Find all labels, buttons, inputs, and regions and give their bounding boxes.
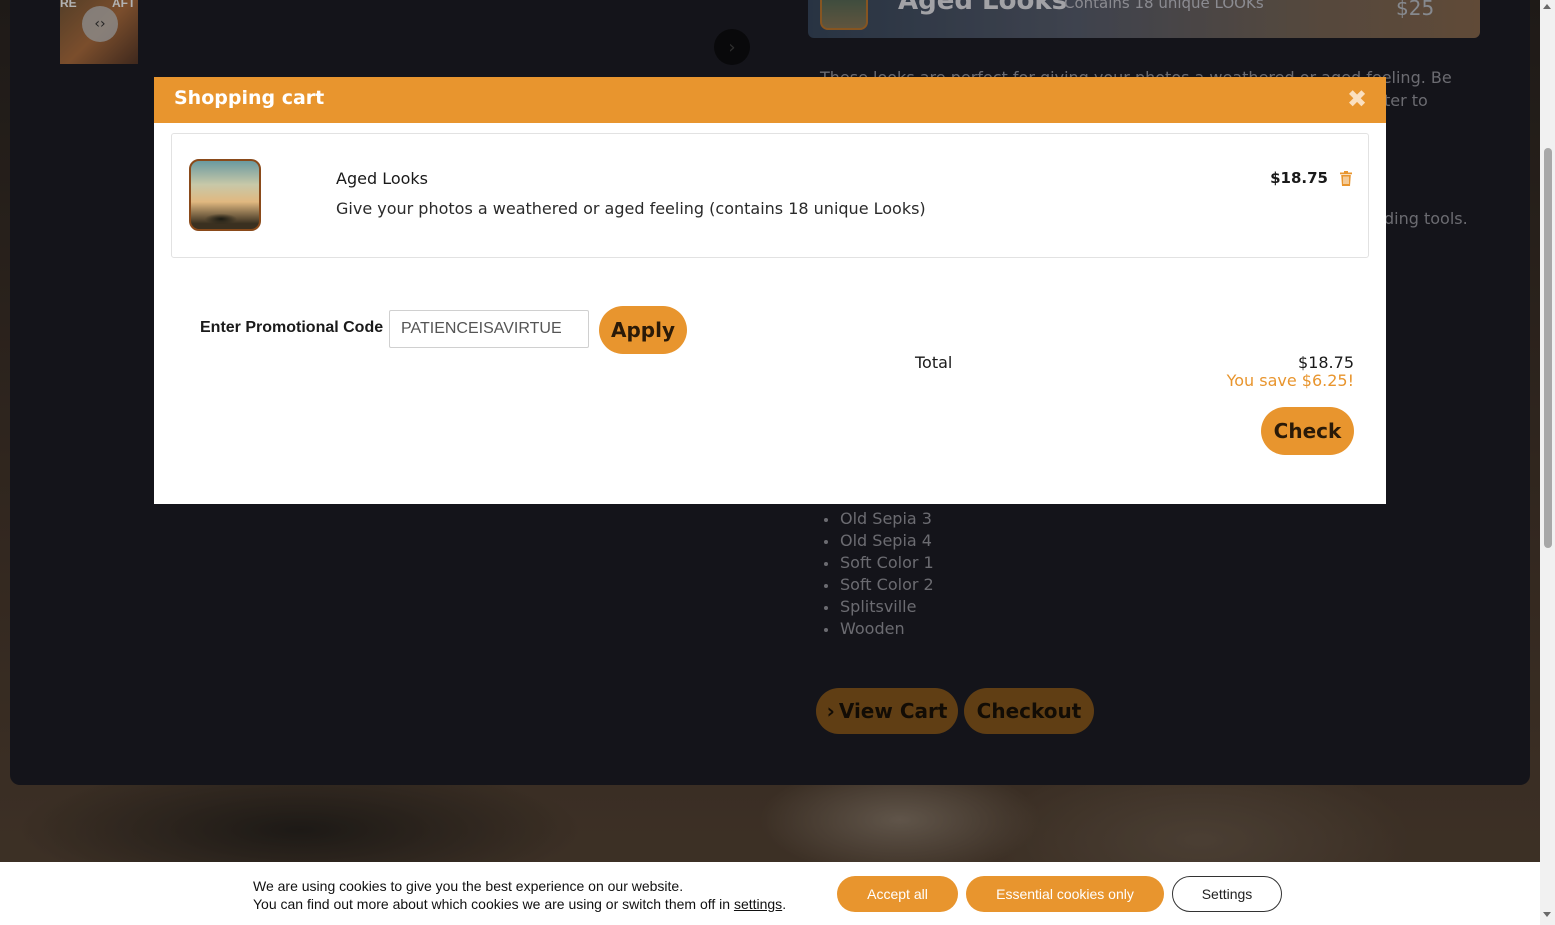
- check-button[interactable]: Check: [1261, 407, 1354, 455]
- savings-text: You save $6.25!: [1226, 371, 1354, 390]
- cart-item-image: [189, 159, 261, 231]
- cookie-message-line: We are using cookies to give you the bes…: [253, 878, 684, 894]
- total-value: $18.75: [1298, 353, 1354, 372]
- cart-item-description: Give your photos a weathered or aged fee…: [336, 199, 926, 218]
- cart-item: Aged Looks Give your photos a weathered …: [171, 133, 1369, 258]
- cookie-message-line: You can find out more about which cookie…: [253, 895, 786, 913]
- modal-header: Shopping cart ✖: [154, 77, 1386, 123]
- promo-code-label: Enter Promotional Code: [200, 319, 384, 336]
- page-scrollbar[interactable]: [1540, 0, 1555, 925]
- scroll-down-icon[interactable]: [1543, 912, 1551, 917]
- scrollbar-thumb[interactable]: [1544, 148, 1552, 548]
- scroll-up-icon[interactable]: [1543, 4, 1551, 9]
- cookie-message: We are using cookies to give you the bes…: [253, 877, 786, 913]
- cookie-settings-link[interactable]: settings: [734, 896, 782, 912]
- promo-code-input[interactable]: [389, 310, 589, 348]
- shopping-cart-modal: Shopping cart ✖ Aged Looks Give your pho…: [154, 77, 1386, 504]
- cookie-message-end: .: [782, 896, 787, 912]
- trash-icon[interactable]: [1340, 171, 1352, 186]
- cart-item-name: Aged Looks: [336, 169, 428, 188]
- cookie-banner: We are using cookies to give you the bes…: [0, 862, 1540, 925]
- apply-button[interactable]: Apply: [599, 306, 687, 354]
- cookie-settings-button[interactable]: Settings: [1172, 876, 1282, 912]
- close-icon[interactable]: ✖: [1344, 85, 1370, 113]
- modal-title: Shopping cart: [174, 87, 325, 109]
- essential-cookies-button[interactable]: Essential cookies only: [966, 876, 1164, 912]
- accept-all-button[interactable]: Accept all: [837, 876, 958, 912]
- total-label: Total: [915, 353, 953, 372]
- cookie-message-text: You can find out more about which cookie…: [253, 896, 731, 912]
- cart-item-price: $18.75: [1270, 169, 1328, 187]
